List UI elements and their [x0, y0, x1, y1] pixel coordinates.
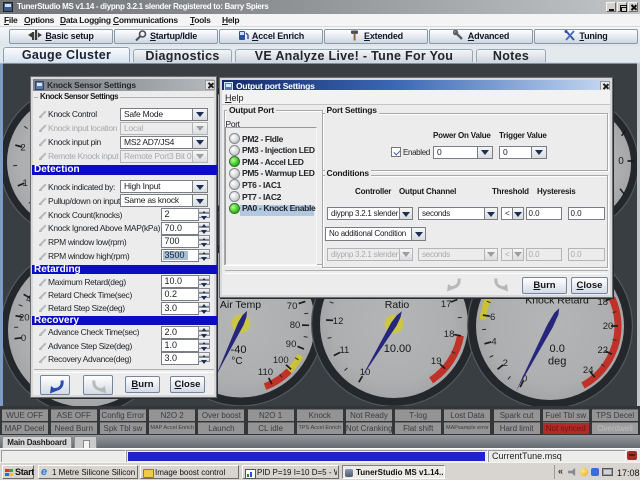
svg-text:24: 24 [583, 365, 594, 376]
svg-text:11: 11 [339, 345, 349, 356]
svg-text:2: 2 [20, 143, 25, 154]
svg-text:19: 19 [431, 356, 442, 367]
svg-text:6: 6 [490, 312, 495, 323]
svg-text:2: 2 [503, 358, 508, 369]
svg-text:12: 12 [333, 316, 344, 327]
svg-text:18: 18 [444, 329, 455, 340]
svg-text:10: 10 [360, 367, 371, 378]
svg-text:°C: °C [231, 356, 242, 367]
svg-text:1: 1 [23, 178, 28, 189]
svg-text:10.00: 10.00 [384, 343, 412, 355]
svg-text:20: 20 [603, 321, 614, 332]
svg-text:80: 80 [290, 320, 301, 331]
svg-text:110: 110 [258, 367, 273, 378]
svg-text:deg: deg [548, 356, 566, 368]
svg-text:-40: -40 [231, 344, 247, 356]
svg-text:Air Temp: Air Temp [220, 299, 261, 311]
svg-text:17: 17 [441, 299, 452, 310]
svg-text:Ratio: Ratio [385, 299, 410, 311]
svg-text:22: 22 [598, 345, 609, 356]
svg-text:70: 70 [287, 301, 298, 312]
svg-text:0: 0 [618, 156, 624, 167]
svg-text:20: 20 [19, 313, 30, 324]
svg-text:100: 100 [273, 355, 289, 366]
svg-text:90: 90 [286, 339, 297, 350]
svg-text:0: 0 [21, 333, 26, 344]
svg-text:18: 18 [598, 297, 609, 308]
svg-text:0.0: 0.0 [550, 343, 565, 355]
svg-text:4: 4 [491, 336, 496, 347]
